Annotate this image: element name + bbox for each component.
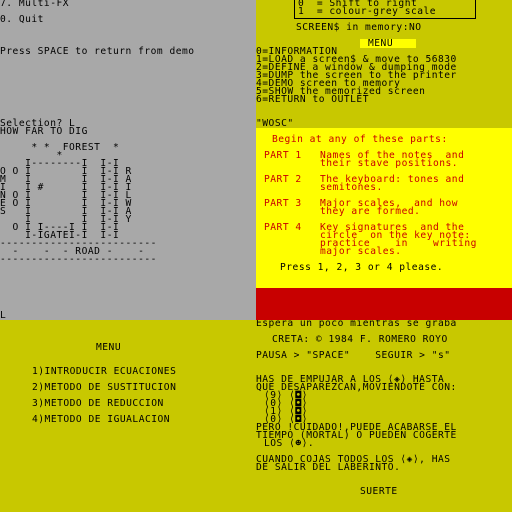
press-space-text: Press SPACE to return from demo [0, 46, 195, 57]
instruction-line-7: DE SALIR DEL LABERINTO. [256, 462, 401, 473]
wosc-part-label[interactable]: PART 1 [264, 151, 302, 161]
wosc-panel: Begin at any of these parts: PART 1 Names… [256, 128, 512, 288]
outlet-menu-item[interactable]: 6=RETURN to OUTLET [256, 95, 369, 105]
wosc-part-description: they are formed. [320, 206, 421, 217]
red-bar [256, 288, 512, 320]
menu-item-introducir[interactable]: 1)INTRODUCIR ECUACIONES [32, 367, 176, 377]
menu-title: MENU [368, 38, 394, 49]
bottom-left-panel: MENU 1)INTRODUCIR ECUACIONES 2)METODO DE… [0, 320, 256, 512]
top-left-panel: 7. Multi-FX 0. Quit Press SPACE to retur… [0, 0, 256, 320]
wosc-part-description: semitones. [320, 182, 383, 193]
wosc-part-description: their stave positions. [320, 158, 459, 169]
ecuaciones-menu-title: MENU [96, 342, 122, 353]
wosc-part-label[interactable]: PART 2 [264, 175, 302, 185]
creta-credits: CRETA: © 1984 F. ROMERO ROYO [272, 334, 448, 345]
menu-option-quit[interactable]: 0. Quit [0, 15, 44, 25]
wosc-part-label[interactable]: PART 4 [264, 223, 302, 233]
menu-item-sustitucion[interactable]: 2)METODO DE SUSTITUCION [32, 383, 176, 393]
wosc-title: "WOSC" [256, 118, 294, 129]
screens-memory-status: SCREEN$ in memory:NO [296, 22, 422, 33]
dig-title: HOW FAR TO DIG [0, 126, 88, 137]
wosc-part-label[interactable]: PART 3 [264, 199, 302, 209]
map-row: ------------------------- [0, 254, 157, 265]
espera-text: Espera un poco mientras se graba [256, 320, 457, 329]
menu-option-multifx[interactable]: 7. Multi-FX [0, 0, 69, 8]
bottom-right-panel: Espera un poco mientras se graba CRETA: … [256, 320, 512, 512]
colour-grey-option[interactable]: 1 = colour-grey scale [298, 7, 436, 17]
suerte-text: SUERTE [360, 486, 398, 497]
wosc-intro: Begin at any of these parts: [272, 134, 448, 145]
pausa-seguir-keys: PAUSA > "SPACE" SEGUIR > "s" [256, 350, 451, 361]
wosc-part-description: major scales. [320, 246, 402, 257]
menu-item-reduccion[interactable]: 3)METODO DE REDUCCION [32, 399, 164, 409]
cursor-indicator: L [0, 310, 7, 320]
menu-item-igualacion[interactable]: 4)METODO DE IGUALACION [32, 415, 170, 425]
instruction-line-5: LOS ⟨☻⟩. [264, 438, 315, 449]
top-right-panel: 0 = Shift to right 1 = colour-grey scale… [256, 0, 512, 320]
wosc-prompt: Press 1, 2, 3 or 4 please. [280, 262, 444, 273]
